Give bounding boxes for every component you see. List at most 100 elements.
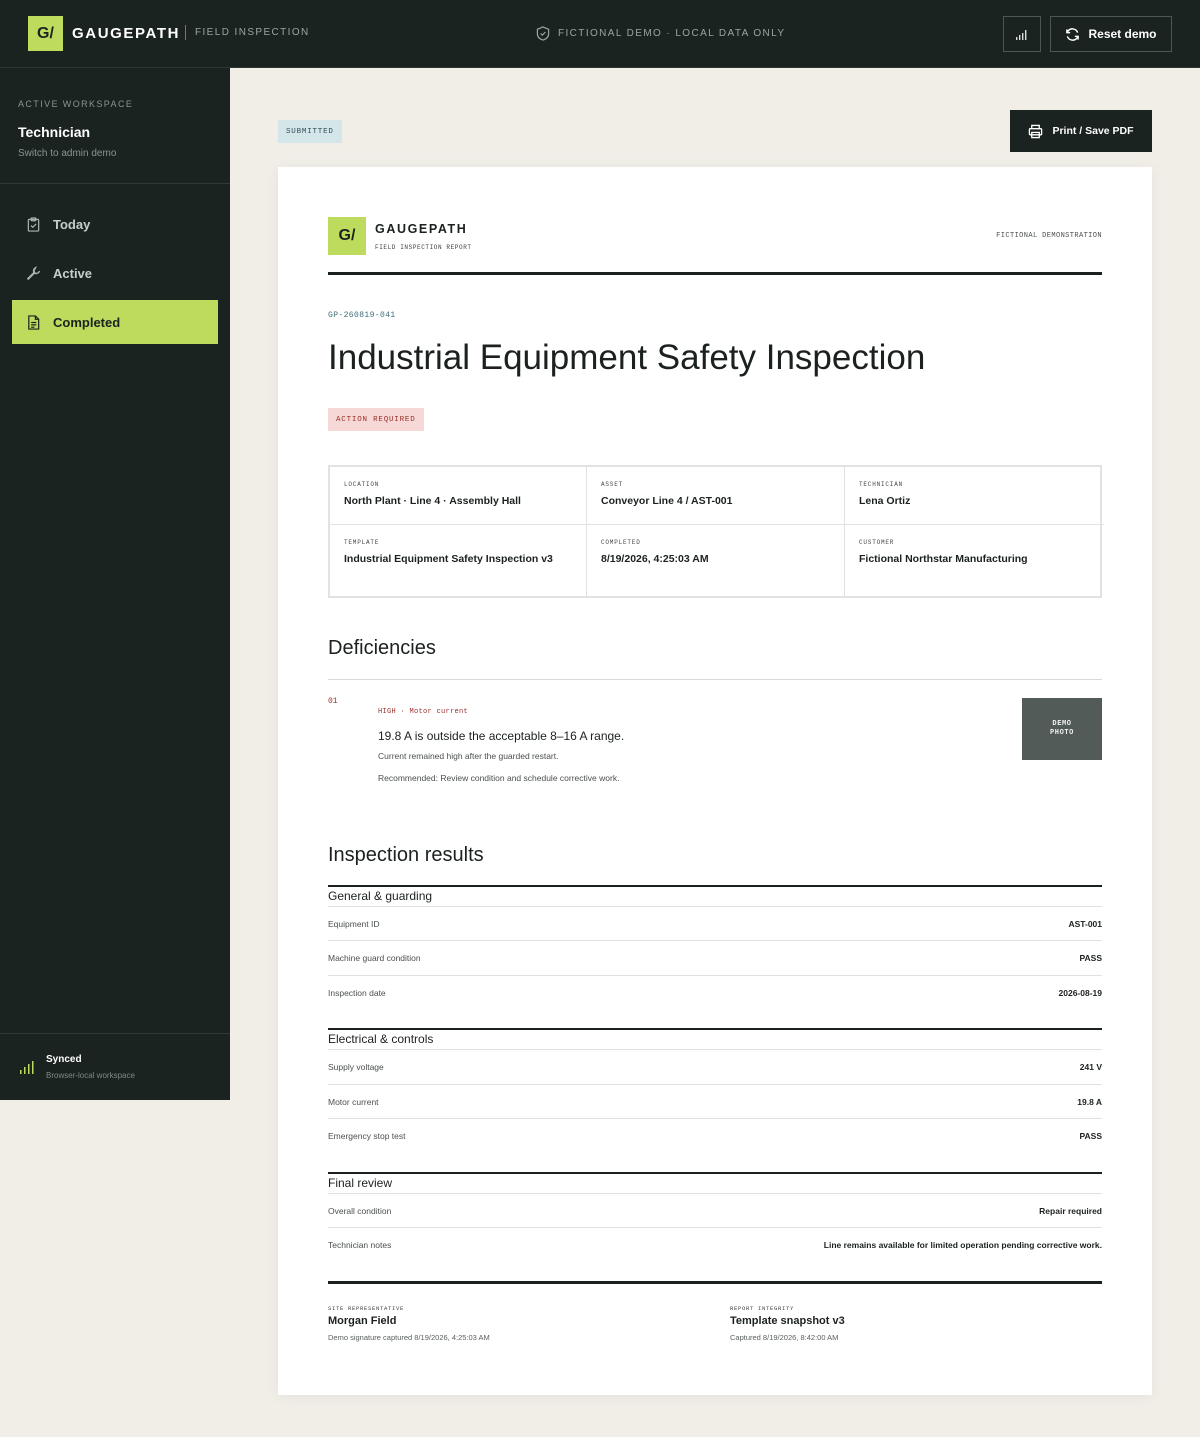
info-cell-completed: COMPLETED 8/19/2026, 4:25:03 AM [587,525,845,598]
result-value: Line remains available for limited opera… [823,1239,1102,1250]
sidebar-item-label: Active [53,265,93,281]
info-cell-customer: CUSTOMER Fictional Northstar Manufacturi… [845,525,1104,598]
sync-signal-icon [20,1061,34,1074]
group-title: Electrical & controls [328,1032,434,1046]
info-label: LOCATION [344,481,380,488]
signoff-rule [328,1281,1102,1284]
signal-bars-icon [1016,30,1027,40]
info-value: North Plant · Line 4 · Assembly Hall [344,495,521,507]
app-brand: GAUGEPATH [72,25,181,42]
report-brand-subtitle: FIELD INSPECTION REPORT [375,244,472,251]
info-value: 8/19/2026, 4:25:03 AM [601,553,709,565]
sync-description: Browser-local workspace [46,1071,135,1080]
result-row: Overall condition Repair required [328,1193,1102,1227]
group-title: General & guarding [328,889,433,903]
report-title: Industrial Equipment Safety Inspection [328,338,926,377]
result-label: Inspection date [328,987,386,998]
connection-status-button[interactable] [1003,16,1041,52]
report-brand: GAUGEPATH [375,222,468,236]
signoff-label: SITE REPRESENTATIVE [328,1305,405,1312]
signoff-sub: Captured 8/19/2026, 8:42:00 AM [730,1333,839,1342]
reset-demo-label: Reset demo [1088,27,1157,41]
group-rule [328,1172,1102,1174]
result-value: Repair required [1039,1205,1102,1216]
result-row: Emergency stop test PASS [328,1118,1102,1152]
sidebar-divider [0,1033,230,1034]
result-value: PASS [1079,1130,1102,1141]
top-bar: G/ GAUGEPATH FIELD INSPECTION FICTIONAL … [0,0,1200,68]
result-row: Machine guard condition PASS [328,940,1102,974]
result-label: Motor current [328,1096,379,1107]
result-label: Machine guard condition [328,952,421,963]
demo-notice: FICTIONAL DEMO · LOCAL DATA ONLY [536,26,785,41]
fictional-label: FICTIONAL DEMONSTRATION [996,232,1102,240]
sidebar-divider [0,183,230,184]
result-label: Emergency stop test [328,1130,406,1141]
switch-to-admin-link[interactable]: Switch to admin demo [18,148,116,159]
result-value: 19.8 A [1077,1096,1102,1107]
info-cell-template: TEMPLATE Industrial Equipment Safety Ins… [330,525,587,598]
section-rule [328,679,1102,680]
result-value: 2026-08-19 [1058,987,1102,998]
group-rule [328,885,1102,887]
report-info-grid: LOCATION North Plant · Line 4 · Assembly… [328,465,1104,598]
signoff-value: Morgan Field [328,1315,397,1327]
reset-demo-button[interactable]: Reset demo [1050,16,1172,52]
demo-notice-text: FICTIONAL DEMO · LOCAL DATA ONLY [558,28,786,39]
signoff-value: Template snapshot v3 [730,1315,845,1327]
result-label: Supply voltage [328,1061,384,1072]
header-rule [328,272,1102,275]
group-rule [328,1028,1102,1030]
clipboard-check-icon [27,216,40,232]
demo-photo-label: DEMO PHOTO [1049,720,1074,737]
inspection-results-heading: Inspection results [328,844,484,866]
deficiency-recommendation: Recommended: Review condition and schedu… [378,773,620,783]
info-label: TEMPLATE [344,539,380,546]
sidebar: ACTIVE WORKSPACE Technician Switch to ad… [0,68,230,1100]
wrench-icon [26,265,41,280]
group-title: Final review [328,1176,393,1190]
print-save-pdf-button[interactable]: Print / Save PDF [1010,110,1152,152]
sidebar-item-today[interactable]: Today [12,202,218,246]
report-logo: G/ [328,217,366,255]
info-label: CUSTOMER [859,539,895,546]
deficiencies-heading: Deficiencies [328,637,436,659]
signoff-label: REPORT INTEGRITY [730,1305,795,1312]
info-cell-technician: TECHNICIAN Lena Ortiz [845,467,1104,525]
signoff-sub: Demo signature captured 8/19/2026, 4:25:… [328,1333,490,1342]
sidebar-item-completed[interactable]: Completed [12,300,218,344]
inspection-report: G/ GAUGEPATH FIELD INSPECTION REPORT FIC… [278,167,1152,1395]
deficiency-title: 19.8 A is outside the acceptable 8–16 A … [378,729,625,743]
info-cell-location: LOCATION North Plant · Line 4 · Assembly… [330,467,587,525]
result-row: Equipment ID AST-001 [328,906,1102,940]
info-label: ASSET [601,481,624,488]
result-row: Inspection date 2026-08-19 [328,975,1102,1009]
result-label: Overall condition [328,1205,392,1216]
app-logo: G/ [28,16,63,51]
document-icon [28,314,40,330]
info-label: TECHNICIAN [859,481,904,488]
info-value: Industrial Equipment Safety Inspection v… [344,553,553,565]
refresh-icon [1066,27,1080,41]
info-cell-asset: ASSET Conveyor Line 4 / AST-001 [587,467,845,525]
result-row: Supply voltage 241 V [328,1049,1102,1083]
result-row: Technician notes Line remains available … [328,1227,1102,1261]
app-subtitle: FIELD INSPECTION [195,27,310,38]
result-row: Motor current 19.8 A [328,1084,1102,1118]
action-required-badge: ACTION REQUIRED [328,408,424,431]
sync-status: Synced [46,1054,82,1065]
sidebar-item-label: Today [53,216,91,232]
result-value: PASS [1079,952,1102,963]
status-badge: SUBMITTED [278,120,342,143]
sidebar-item-label: Completed [53,314,121,330]
sidebar-item-active[interactable]: Active [12,251,218,295]
print-save-pdf-label: Print / Save PDF [1052,125,1134,137]
result-label: Technician notes [328,1239,392,1250]
info-value: Conveyor Line 4 / AST-001 [601,495,733,507]
info-label: COMPLETED [601,539,641,546]
deficiency-number: 01 [328,697,338,706]
info-value: Fictional Northstar Manufacturing [859,553,1028,565]
deficiency-photo[interactable]: DEMO PHOTO [1022,698,1102,760]
result-label: Equipment ID [328,918,380,929]
printer-icon [1029,124,1043,138]
